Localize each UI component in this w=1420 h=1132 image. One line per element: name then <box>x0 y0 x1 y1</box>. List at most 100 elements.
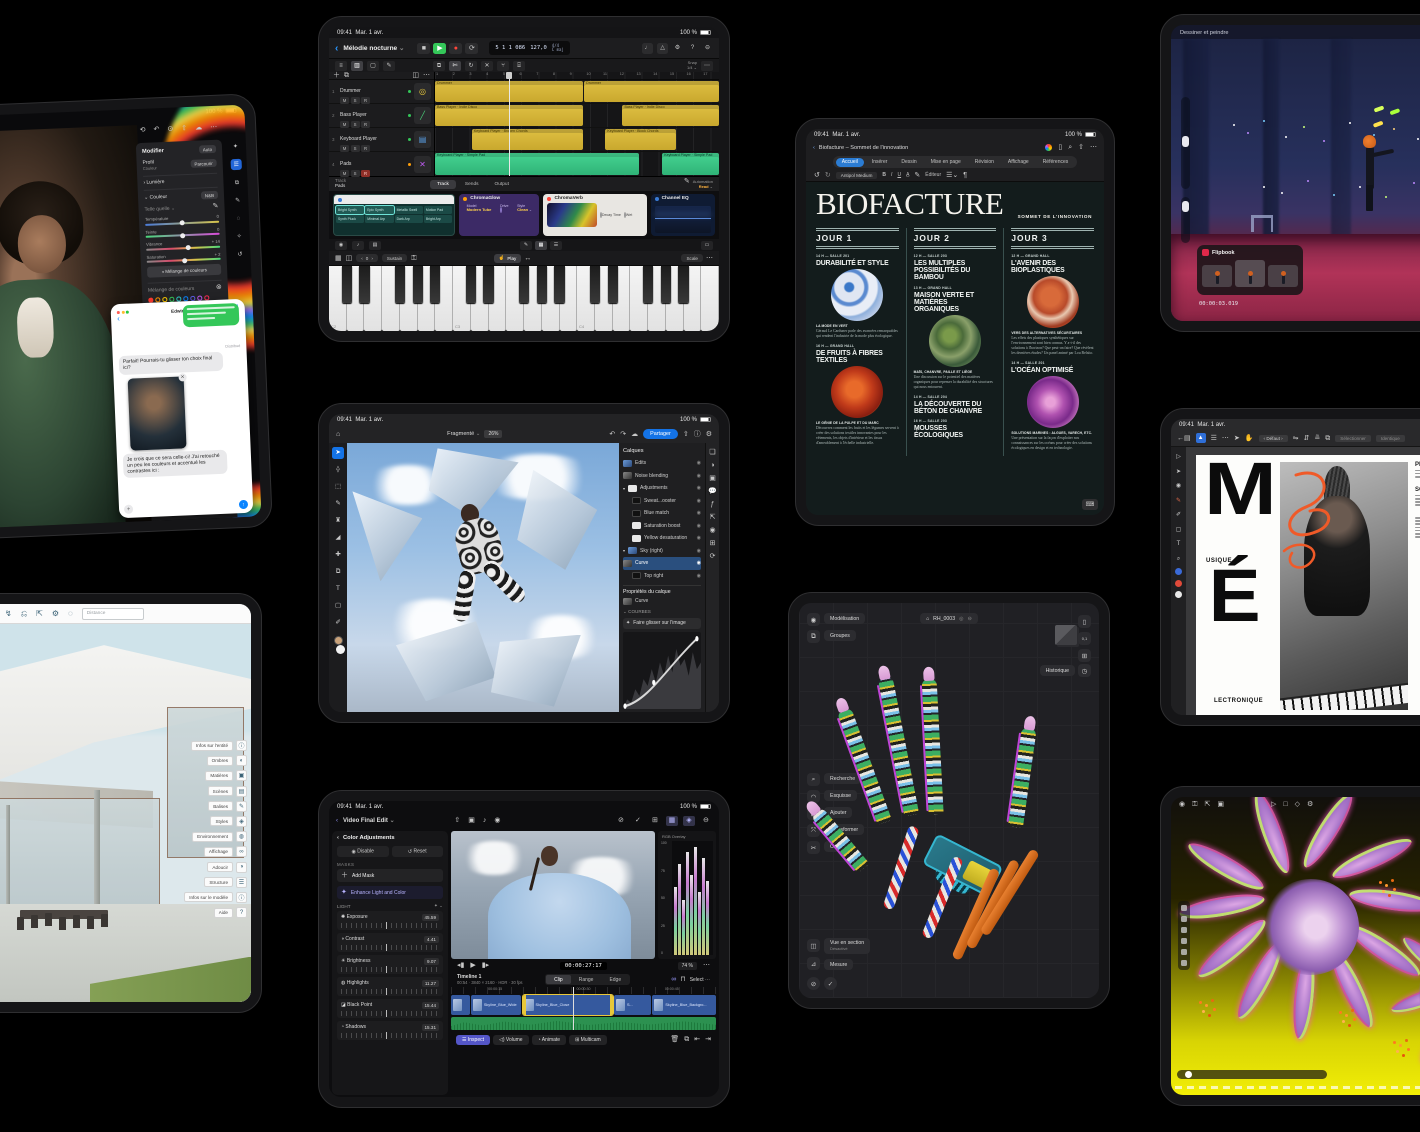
zoom-level[interactable]: 26% <box>484 430 502 438</box>
settings-icon[interactable]: ⚙ <box>52 610 59 618</box>
camera-icon[interactable]: ▣ <box>1217 801 1224 808</box>
comments-icon[interactable]: 💬 <box>708 488 717 495</box>
mode-range[interactable]: Range <box>571 975 602 984</box>
ar-view-icon[interactable]: ▯ <box>1078 615 1091 628</box>
tab-accueil[interactable]: Accueil <box>836 158 864 167</box>
viewer-icon[interactable]: ▦ <box>666 816 678 826</box>
mask-icon[interactable]: ▣ <box>709 475 716 482</box>
rotate-panel-icon[interactable]: ⟳ <box>710 553 716 560</box>
pencil-icon[interactable]: ✎ <box>520 241 532 250</box>
scopes-icon[interactable]: ◈ <box>683 816 695 826</box>
playhead[interactable] <box>573 987 574 1030</box>
settings-icon[interactable]: ⚙ <box>706 431 712 438</box>
flip-v-icon[interactable]: ⇵ <box>1304 435 1310 442</box>
back-chevron-icon[interactable]: ‹ <box>336 818 338 824</box>
more-icon[interactable]: ⋯ <box>706 255 713 262</box>
info-icon[interactable]: ⓘ <box>694 431 701 438</box>
section-view-icon[interactable]: ◫ <box>807 939 820 952</box>
pan-icon[interactable]: ↯ <box>5 610 12 618</box>
lasso-tool-icon[interactable]: ⟠ <box>332 464 344 476</box>
mobile-view-icon[interactable]: ▯ <box>1058 144 1062 151</box>
target-icon[interactable]: ◇ <box>1295 801 1300 808</box>
more-icon[interactable]: ⋯ <box>703 962 710 969</box>
visibility-icon[interactable]: ◉ <box>697 485 701 491</box>
adjust-icon[interactable]: ✦ <box>230 141 241 152</box>
home-icon[interactable]: ⌂ <box>336 431 340 438</box>
duplicate-icon[interactable]: ⧉ <box>684 1036 689 1043</box>
back-chevron-icon[interactable]: ‹ <box>335 43 338 54</box>
animate-button[interactable]: ◔ Animate <box>532 1035 566 1045</box>
slider-contrast[interactable]: ◑ Contrast4.41 <box>337 933 443 952</box>
stop-button[interactable]: ■ <box>417 43 430 54</box>
copy-icon[interactable]: ⧉ <box>433 61 445 71</box>
canvas[interactable] <box>347 443 619 712</box>
slider-track[interactable] <box>341 923 439 928</box>
message-photo-attachment[interactable]: ✕ <box>128 376 187 450</box>
ai-icon[interactable]: ✧ <box>234 231 245 242</box>
share-button[interactable]: Partager <box>643 429 678 439</box>
split-right-icon[interactable]: ⇥ <box>705 1036 711 1043</box>
help-icon[interactable]: ⊙ <box>167 126 173 133</box>
pencil-tool-icon[interactable]: ✎ <box>383 61 395 71</box>
slider-brightness[interactable]: ☀ Brightness9.07 <box>337 955 443 974</box>
crop-tool-icon[interactable]: ⧉ <box>332 566 344 578</box>
edit-sliders-icon[interactable]: ☰ <box>231 159 242 170</box>
back-chevron-icon[interactable]: ‹ <box>337 835 339 841</box>
settings-icon[interactable]: ⚙ <box>1307 801 1313 808</box>
confirm-icon[interactable]: ✓ <box>824 977 837 990</box>
select-tool-icon[interactable]: ▷ <box>1174 452 1184 462</box>
foreground-color-swatch[interactable] <box>334 636 343 645</box>
adjustments-icon[interactable]: ◑ <box>710 462 714 469</box>
play-icon[interactable]: ▷ <box>1271 801 1276 808</box>
color-dot[interactable] <box>1175 591 1182 598</box>
project-title[interactable]: Video Final Edit ⌄ <box>343 817 395 824</box>
add-attachment-button[interactable]: + <box>124 505 133 514</box>
clip-selected[interactable]: Skyline_Blue_Close <box>523 995 613 1015</box>
render-progress-bar[interactable] <box>1177 1070 1327 1079</box>
sliders-icon[interactable]: ☰ <box>550 241 562 250</box>
region-keys-1[interactable]: Keyboard Player · Broken Chords <box>472 129 583 150</box>
help-button[interactable]: Aide? <box>184 907 247 918</box>
font-color-button[interactable]: A̲ <box>906 172 909 178</box>
count-in-icon[interactable]: ♩ <box>642 43 653 54</box>
paragraph-icon[interactable]: ¶ <box>963 172 967 179</box>
visibility-icon[interactable]: ◉ <box>697 523 701 529</box>
stop-icon[interactable]: □ <box>1283 801 1287 808</box>
mode-clip[interactable]: Clip <box>546 975 571 984</box>
environment-button[interactable]: Environnement◍ <box>184 831 247 842</box>
same-button[interactable]: Identique <box>1376 435 1405 442</box>
model-info-button[interactable]: Infos sur le modèleⓘ <box>184 892 247 903</box>
clip[interactable]: Skyline_Blue_Wide <box>471 995 521 1015</box>
visibility-icon[interactable]: ◉ <box>697 535 701 541</box>
share-icon[interactable]: ⇧ <box>454 817 460 824</box>
visibility-icon[interactable]: ◉ <box>697 473 701 479</box>
record-icon[interactable]: ◉ <box>494 817 500 824</box>
zoom-tool-icon[interactable]: ⌕ <box>1174 554 1184 564</box>
editor-button[interactable]: Éditeur <box>925 172 941 178</box>
back-chevron-icon[interactable]: ‹ <box>117 314 120 323</box>
piano-keyboard[interactable]: C2 C3 C4 <box>329 265 719 331</box>
multicam-button[interactable]: ⊞ Multicam <box>569 1035 607 1045</box>
outliner-button[interactable]: Structure☰ <box>184 877 247 888</box>
brush-tool-icon[interactable]: ✎ <box>332 498 344 510</box>
lock-icon[interactable]: ⚿ <box>1192 801 1197 808</box>
select-button[interactable]: Sélectionner <box>1335 435 1371 442</box>
display-button[interactable]: Affichage∞ <box>184 846 247 857</box>
track-header-bass[interactable]: 2 Bass Player MSR ╱ <box>329 104 434 128</box>
loops-view-icon[interactable]: ▢ <box>367 61 379 71</box>
plugin-chromaglow[interactable]: ChromaGlow ModelModern Tube Drive StyleC… <box>459 194 539 236</box>
drive-knob[interactable] <box>500 207 502 213</box>
groups-button[interactable]: Groupes <box>824 630 856 641</box>
video-preview[interactable] <box>451 831 655 959</box>
close-icon[interactable]: ✕ <box>178 373 186 381</box>
delete-tool-icon[interactable]: ✕ <box>481 61 493 71</box>
soften-button[interactable]: Adoucir◑ <box>184 862 247 873</box>
track-header-drummer[interactable]: 1 Drummer MSR ◎ <box>329 80 434 104</box>
distance-input[interactable]: Distance <box>82 608 144 620</box>
scale-button[interactable]: Scale <box>681 254 703 262</box>
document-page[interactable]: BIOFACTURE SOMMET DE L'INNOVATION JOUR 1… <box>806 182 1104 515</box>
slider-black-point[interactable]: ◪ Black Point15.44 <box>337 999 443 1018</box>
flipbook-panel[interactable]: Flipbook <box>1197 245 1303 295</box>
section-view-button[interactable]: Vue en sectionDésactivé <box>824 938 870 954</box>
entity-info-button[interactable]: Infos sur l'entitéⓘ <box>184 740 247 751</box>
